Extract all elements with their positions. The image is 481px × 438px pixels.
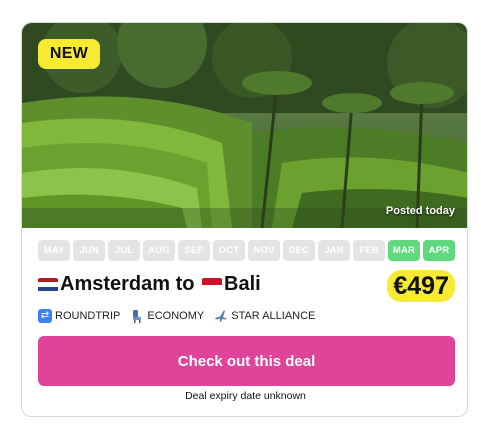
month-pill-oct: OCT: [213, 240, 245, 261]
month-pill-apr: APR: [423, 240, 455, 261]
month-pill-aug: AUG: [143, 240, 175, 261]
indonesia-flag-icon: [202, 277, 223, 292]
month-pill-may: MAY: [38, 240, 70, 261]
month-pill-mar: MAR: [388, 240, 420, 261]
trip-type-label: ROUNDTRIP: [55, 310, 121, 322]
check-out-deal-button[interactable]: Check out this deal: [38, 336, 455, 386]
trip-type: ⇄ ROUNDTRIP: [38, 309, 120, 323]
deal-card[interactable]: NEW Posted today MAY JUN JUL AUG SEP OCT NOV DE…: [21, 22, 468, 417]
rice-terrace-photo[interactable]: NEW Posted today: [22, 23, 467, 228]
month-pill-jul: JUL: [108, 240, 140, 261]
roundtrip-icon: ⇄: [38, 309, 52, 323]
month-pill-sep: SEP: [178, 240, 210, 261]
cabin-class: ECONOMY: [130, 309, 204, 323]
expiry-note: Deal expiry date unknown: [185, 390, 306, 402]
travel-months: MAY JUN JUL AUG SEP OCT NOV DEC JAN FEB MAR APR: [38, 240, 455, 261]
netherlands-flag-icon: [38, 277, 58, 292]
route-origin: Amsterdam: [60, 273, 171, 295]
month-pill-nov: NOV: [248, 240, 280, 261]
alliance-label: STAR ALLIANCE: [231, 310, 316, 322]
route-destination: Bali: [224, 273, 261, 295]
seat-icon: [130, 309, 144, 323]
month-pill-dec: DEC: [283, 240, 315, 261]
airplane-icon: [214, 309, 228, 323]
cabin-label: ECONOMY: [147, 310, 205, 322]
deal-meta: ⇄ ROUNDTRIP ECONOMY STAR ALLIANCE: [38, 309, 315, 323]
month-pill-jan: JAN: [318, 240, 350, 261]
month-pill-jun: JUN: [73, 240, 105, 261]
alliance: STAR ALLIANCE: [214, 309, 315, 323]
month-pill-feb: FEB: [353, 240, 385, 261]
new-badge: NEW: [38, 39, 100, 69]
route-title[interactable]: Amsterdam to Bali: [38, 273, 261, 296]
posted-date: Posted today: [385, 205, 455, 217]
deal-price: €497: [387, 270, 455, 302]
route-connector: to: [170, 273, 201, 295]
